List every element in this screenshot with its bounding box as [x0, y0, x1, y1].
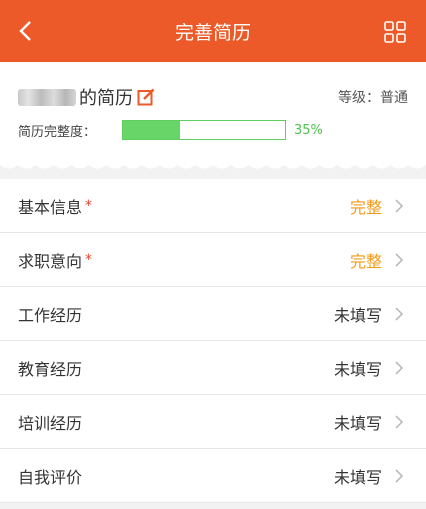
- section-status: 未填写: [333, 359, 382, 379]
- section-label: 工作经历: [18, 305, 83, 325]
- completeness-bar: [122, 120, 287, 140]
- top-bar: 完善简历: [0, 0, 426, 62]
- section-label: 教育经历: [18, 359, 83, 379]
- section-row[interactable]: 教育经历 未填写: [0, 341, 426, 395]
- section-status: 未填写: [333, 305, 382, 325]
- completeness-percent: 35%: [294, 122, 323, 138]
- required-star: *: [85, 197, 93, 214]
- chevron-left-icon[interactable]: [14, 19, 38, 43]
- section-status: 未填写: [333, 413, 382, 433]
- section-row[interactable]: 自我评价 未填写: [0, 449, 426, 503]
- section-label: 培训经历: [18, 413, 83, 433]
- chevron-right-icon: [395, 468, 404, 483]
- section-label: 求职意向: [18, 251, 83, 271]
- resume-name: 的简历: [18, 84, 155, 110]
- resume-section-list: 基本信息 * 完整 求职意向 * 完整 工作经历 未填写 教育经历 未填写 培训经历 未填写 自我评价未…: [0, 179, 426, 503]
- section-status: 完整: [349, 251, 382, 271]
- completeness-label: 简历完整度：: [18, 124, 97, 140]
- edit-icon[interactable]: [137, 88, 155, 106]
- resume-name-suffix: 的简历: [79, 88, 133, 109]
- chevron-right-icon: [395, 198, 404, 213]
- grid-icon[interactable]: [384, 21, 406, 43]
- section-label: 基本信息: [18, 197, 83, 217]
- blurred-user-name: [18, 88, 76, 106]
- section-row[interactable]: 培训经历 未填写: [0, 395, 426, 449]
- section-status: 完整: [349, 197, 382, 217]
- section-row[interactable]: 工作经历 未填写: [0, 287, 426, 341]
- completeness-bar-fill: [123, 121, 180, 139]
- scalloped-divider: [0, 162, 426, 169]
- section-row[interactable]: 求职意向 * 完整: [0, 233, 426, 287]
- page-title: 完善简历: [174, 21, 251, 44]
- chevron-right-icon: [395, 360, 404, 375]
- grade-label: 等级：普通: [338, 90, 408, 106]
- chevron-right-icon: [395, 414, 404, 429]
- section-status: 未填写: [333, 467, 382, 487]
- section-row[interactable]: 基本信息 * 完整: [0, 179, 426, 233]
- resume-summary: 的简历 等级：普通 简历完整度： 35%: [0, 62, 426, 162]
- completeness-row: 简历完整度： 35%: [18, 120, 323, 140]
- chevron-right-icon: [395, 252, 404, 267]
- section-label: 自我评价: [18, 467, 83, 487]
- required-star: *: [85, 251, 93, 268]
- chevron-right-icon: [395, 306, 404, 321]
